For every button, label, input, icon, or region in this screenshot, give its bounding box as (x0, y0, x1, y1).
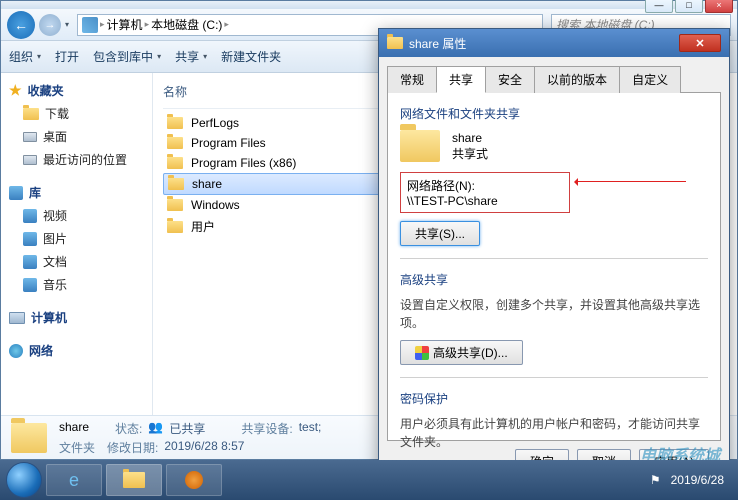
shared-icon: 👥 (148, 420, 163, 437)
computer-icon (9, 312, 25, 324)
music-icon (23, 278, 37, 292)
ie-icon: e (69, 470, 79, 491)
tab-sharing[interactable]: 共享 (436, 66, 486, 93)
sidebar-item-downloads[interactable]: 下载 (1, 102, 152, 125)
annotation-arrow (576, 181, 686, 182)
chevron-right-icon: ▸ (100, 19, 105, 30)
sidebar-item-documents[interactable]: 文档 (1, 250, 152, 273)
maximize-button[interactable]: □ (675, 0, 703, 13)
folder-icon (387, 37, 403, 49)
shield-icon (415, 346, 429, 360)
start-button[interactable] (6, 462, 42, 498)
details-date: 2019/6/28 8:57 (164, 439, 244, 456)
sidebar-item-videos[interactable]: 视频 (1, 204, 152, 227)
dialog-titlebar[interactable]: share 属性 ✕ (379, 29, 729, 57)
sidebar-item-pictures[interactable]: 图片 (1, 227, 152, 250)
sidebar-item-network[interactable]: 网络 (1, 339, 152, 362)
advanced-sharing-button[interactable]: 高级共享(D)... (400, 340, 523, 365)
open-button[interactable]: 打开 (55, 48, 79, 65)
taskbar-ie[interactable]: e (46, 464, 102, 496)
close-button[interactable]: × (705, 0, 733, 13)
nav-back-button[interactable]: ← (7, 11, 35, 39)
breadcrumb-item[interactable]: 本地磁盘 (C:) (151, 16, 222, 33)
details-name: share (59, 420, 89, 437)
sidebar-item-desktop[interactable]: 桌面 (1, 125, 152, 148)
details-type: 文件夹 (59, 439, 95, 456)
share-button[interactable]: 共享(S)... (400, 221, 480, 246)
include-in-library-menu[interactable]: 包含到库中▾ (93, 48, 161, 65)
folder-icon (23, 108, 39, 120)
organize-menu[interactable]: 组织▾ (9, 48, 41, 65)
tab-previous-versions[interactable]: 以前的版本 (534, 66, 620, 93)
nav-forward-button[interactable]: → (39, 14, 61, 36)
chevron-right-icon: ▸ (224, 19, 229, 30)
folder-icon (167, 137, 183, 149)
folder-icon (167, 117, 183, 129)
folder-icon (167, 221, 183, 233)
new-folder-button[interactable]: 新建文件夹 (221, 48, 281, 65)
tray-date: 2019/6/28 (671, 473, 724, 487)
section-advanced-sharing: 高级共享 (400, 271, 708, 288)
folder-icon (400, 130, 440, 162)
tab-security[interactable]: 安全 (485, 66, 535, 93)
library-icon (9, 186, 23, 200)
folder-icon (11, 423, 47, 453)
picture-icon (23, 232, 37, 246)
network-path-label: 网络路径(N): (407, 177, 563, 194)
star-icon: ★ (9, 82, 22, 99)
share-folder-name: share (452, 131, 488, 145)
properties-dialog: share 属性 ✕ 常规 共享 安全 以前的版本 自定义 网络文件和文件夹共享… (378, 28, 730, 474)
details-date-label: 修改日期: (107, 439, 158, 456)
taskbar-explorer[interactable] (106, 464, 162, 496)
taskbar-media[interactable] (166, 464, 222, 496)
favorites-group[interactable]: ★收藏夹 (1, 79, 152, 102)
share-type: 共享式 (452, 145, 488, 162)
folder-icon (167, 199, 183, 211)
share-menu[interactable]: 共享▾ (175, 48, 207, 65)
folder-icon (167, 157, 183, 169)
details-status: 已共享 (169, 420, 205, 437)
section-password-protection: 密码保护 (400, 390, 708, 407)
libraries-group[interactable]: 库 (1, 181, 152, 204)
network-path-value: \\TEST-PC\share (407, 194, 563, 208)
tab-general[interactable]: 常规 (387, 66, 437, 93)
tab-content: 网络文件和文件夹共享 share 共享式 网络路径(N): \\TEST-PC\… (387, 93, 721, 441)
recent-icon (23, 155, 37, 165)
taskbar: e ⚑ 2019/6/28 (0, 460, 738, 500)
advanced-sharing-desc: 设置自定义权限，创建多个共享，并设置其他高级共享选项。 (400, 296, 708, 332)
media-icon (185, 471, 203, 489)
system-tray[interactable]: ⚑ 2019/6/28 (650, 473, 732, 487)
dialog-title: share 属性 (409, 35, 466, 52)
tabs: 常规 共享 安全 以前的版本 自定义 (387, 65, 721, 93)
tab-customize[interactable]: 自定义 (619, 66, 681, 93)
sidebar: ★收藏夹 下载 桌面 最近访问的位置 库 视频 图片 文档 音乐 计算机 网络 (1, 73, 153, 415)
details-status-label: 状态: (115, 420, 142, 437)
sidebar-item-recent[interactable]: 最近访问的位置 (1, 148, 152, 171)
minimize-button[interactable]: — (645, 0, 673, 13)
network-icon (9, 344, 23, 358)
breadcrumb-item[interactable]: 计算机 (107, 16, 143, 33)
desktop-icon (23, 132, 37, 142)
video-icon (23, 209, 37, 223)
sidebar-item-computer[interactable]: 计算机 (1, 306, 152, 329)
details-share-device-label: 共享设备: (241, 420, 292, 437)
network-path-box: 网络路径(N): \\TEST-PC\share (400, 172, 570, 213)
sidebar-item-music[interactable]: 音乐 (1, 273, 152, 296)
section-network-sharing: 网络文件和文件夹共享 (400, 105, 708, 122)
titlebar: — □ × (1, 1, 737, 9)
computer-icon (82, 17, 98, 33)
folder-icon (168, 178, 184, 190)
tray-flag-icon[interactable]: ⚑ (650, 473, 661, 487)
chevron-right-icon: ▸ (145, 19, 150, 30)
dialog-close-button[interactable]: ✕ (679, 34, 721, 52)
details-share-device: test; (299, 420, 322, 437)
document-icon (23, 255, 37, 269)
folder-icon (123, 472, 145, 488)
nav-history-dropdown[interactable]: ▾ (65, 20, 69, 29)
